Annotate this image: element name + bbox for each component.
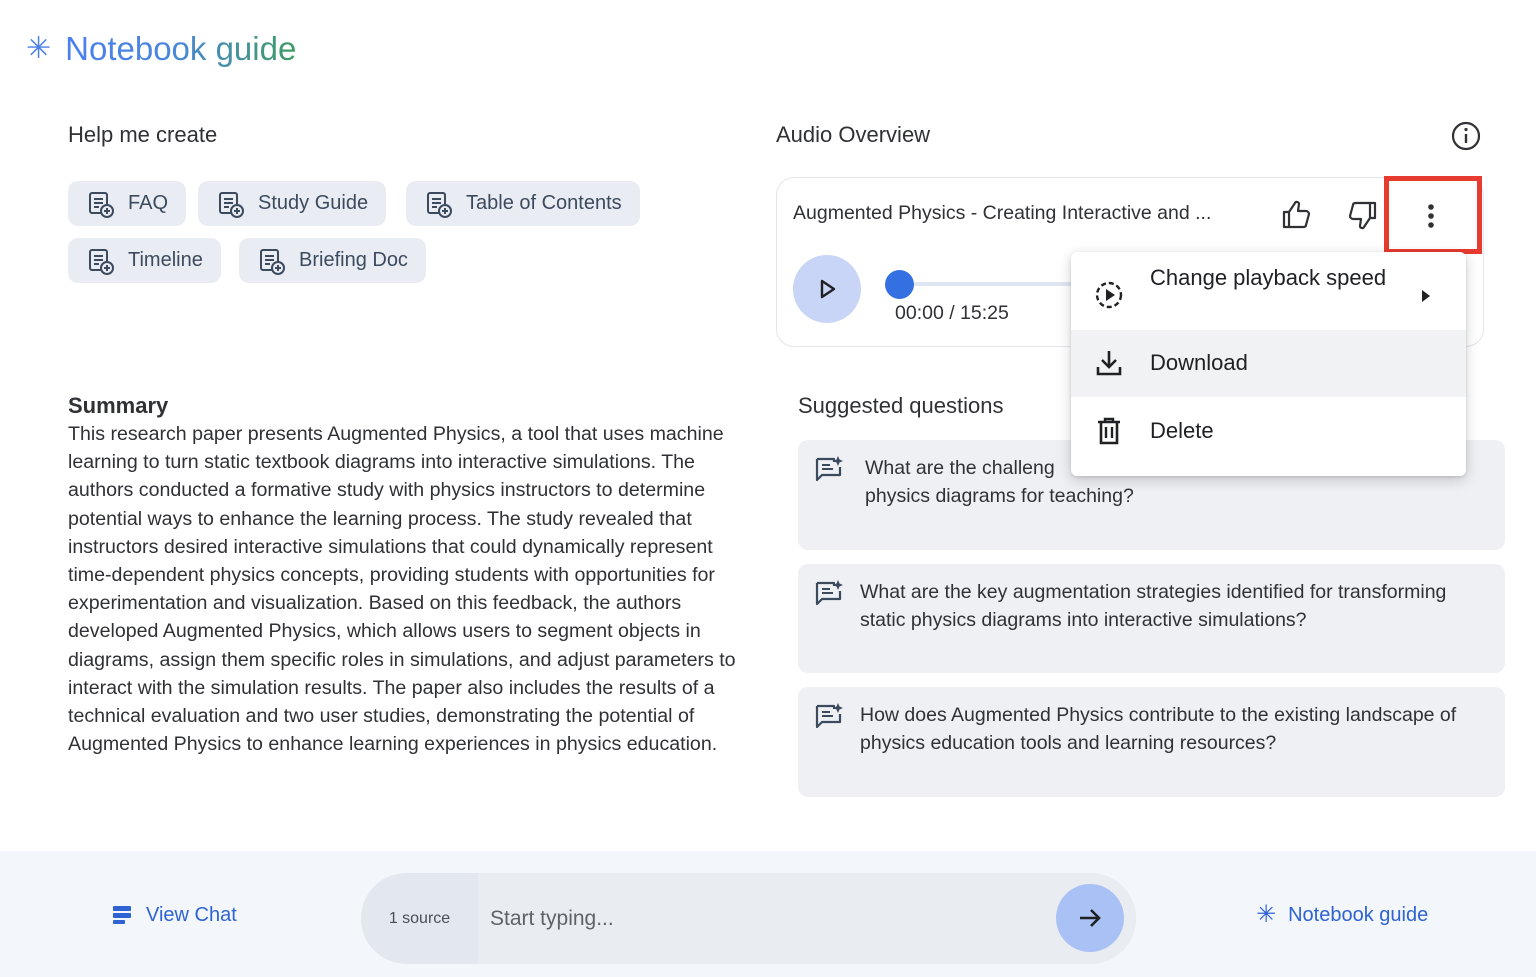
- sparkle-icon: ✳: [26, 32, 52, 65]
- audio-time: 00:00 / 15:25: [895, 302, 1009, 324]
- help-create-title: Help me create: [68, 122, 218, 147]
- briefing-doc-chip-label: Briefing Doc: [299, 249, 408, 271]
- view-chat-label: View Chat: [146, 903, 237, 926]
- suggested-question-2-text: What are the key augmentation strategies…: [860, 581, 1447, 631]
- suggested-question-1-text-a: What are the challeng: [865, 457, 1055, 479]
- page-title: Notebook guide: [65, 30, 297, 67]
- audio-overview-title: Audio Overview: [776, 122, 931, 147]
- chat-spark-icon: [815, 703, 843, 729]
- menu-item-label: Delete: [1150, 418, 1214, 443]
- play-icon: [820, 279, 836, 299]
- note-add-icon: [427, 191, 452, 218]
- thumbs-up-icon[interactable]: [1278, 197, 1314, 233]
- briefing-doc-chip[interactable]: Briefing Doc: [239, 238, 426, 283]
- chat-spark-icon: [815, 580, 843, 606]
- menu-item-download[interactable]: Download: [1071, 330, 1466, 397]
- download-icon: [1096, 351, 1122, 376]
- info-icon[interactable]: [1450, 120, 1482, 152]
- source-count[interactable]: 1 source: [361, 873, 478, 964]
- highlight-box: [1384, 176, 1482, 254]
- playback-speed-icon: [1095, 281, 1123, 309]
- suggested-questions-title: Suggested questions: [798, 393, 1004, 418]
- summary-body: This research paper presents Augmented P…: [68, 423, 736, 756]
- audio-progress-knob[interactable]: [885, 270, 914, 299]
- note-add-icon: [260, 248, 285, 275]
- faq-chip-label: FAQ: [128, 192, 169, 214]
- menu-item-change-playback-speed[interactable]: Change playback speed: [1071, 252, 1466, 338]
- submenu-arrow-icon: [1422, 290, 1430, 302]
- chat-spark-icon: [815, 456, 843, 482]
- send-button[interactable]: [1056, 884, 1124, 952]
- delete-icon: [1098, 417, 1120, 445]
- summary-title: Summary: [68, 393, 169, 418]
- notebook-guide-button[interactable]: ✳ Notebook guide: [1256, 903, 1428, 927]
- suggested-question-3[interactable]: How does Augmented Physics contribute to…: [798, 687, 1505, 797]
- timeline-chip[interactable]: Timeline: [68, 238, 221, 283]
- note-add-icon: [219, 191, 244, 218]
- audio-track-title: Augmented Physics - Creating Interactive…: [793, 202, 1212, 224]
- menu-item-label: Download: [1150, 350, 1248, 375]
- table-of-contents-chip-label: Table of Contents: [466, 192, 622, 214]
- chat-input[interactable]: [478, 873, 1136, 964]
- menu-item-label: Change playback speed: [1150, 265, 1387, 290]
- timeline-chip-label: Timeline: [128, 249, 203, 271]
- thumbs-down-icon[interactable]: [1345, 197, 1381, 233]
- play-button[interactable]: [793, 255, 861, 323]
- audio-options-menu: Change playback speed Download Delete: [1071, 252, 1466, 476]
- notebook-guide-label: Notebook guide: [1288, 903, 1429, 926]
- menu-item-delete[interactable]: Delete: [1071, 397, 1466, 467]
- chat-input-container: 1 source: [361, 873, 1136, 964]
- view-chat-button[interactable]: View Chat: [110, 903, 237, 927]
- chat-icon: [113, 906, 131, 924]
- study-guide-chip[interactable]: Study Guide: [198, 181, 387, 226]
- notebook-guide-page: ✳ Notebook guide Help me create FAQ Stud…: [0, 0, 1536, 977]
- suggested-question-1-text-b: physics diagrams for teaching?: [865, 485, 1134, 507]
- note-add-icon: [89, 248, 114, 275]
- note-add-icon: [89, 191, 114, 218]
- faq-chip[interactable]: FAQ: [68, 181, 187, 226]
- audio-progress-track[interactable]: [900, 282, 1080, 286]
- arrow-right-icon: [1080, 909, 1101, 927]
- study-guide-chip-label: Study Guide: [258, 192, 369, 214]
- page-header: ✳ Notebook guide: [26, 30, 296, 68]
- suggested-question-2[interactable]: What are the key augmentation strategies…: [798, 564, 1505, 673]
- sparkle-icon: ✳: [1256, 901, 1277, 928]
- table-of-contents-chip[interactable]: Table of Contents: [406, 181, 640, 226]
- suggested-question-3-text: How does Augmented Physics contribute to…: [860, 704, 1457, 754]
